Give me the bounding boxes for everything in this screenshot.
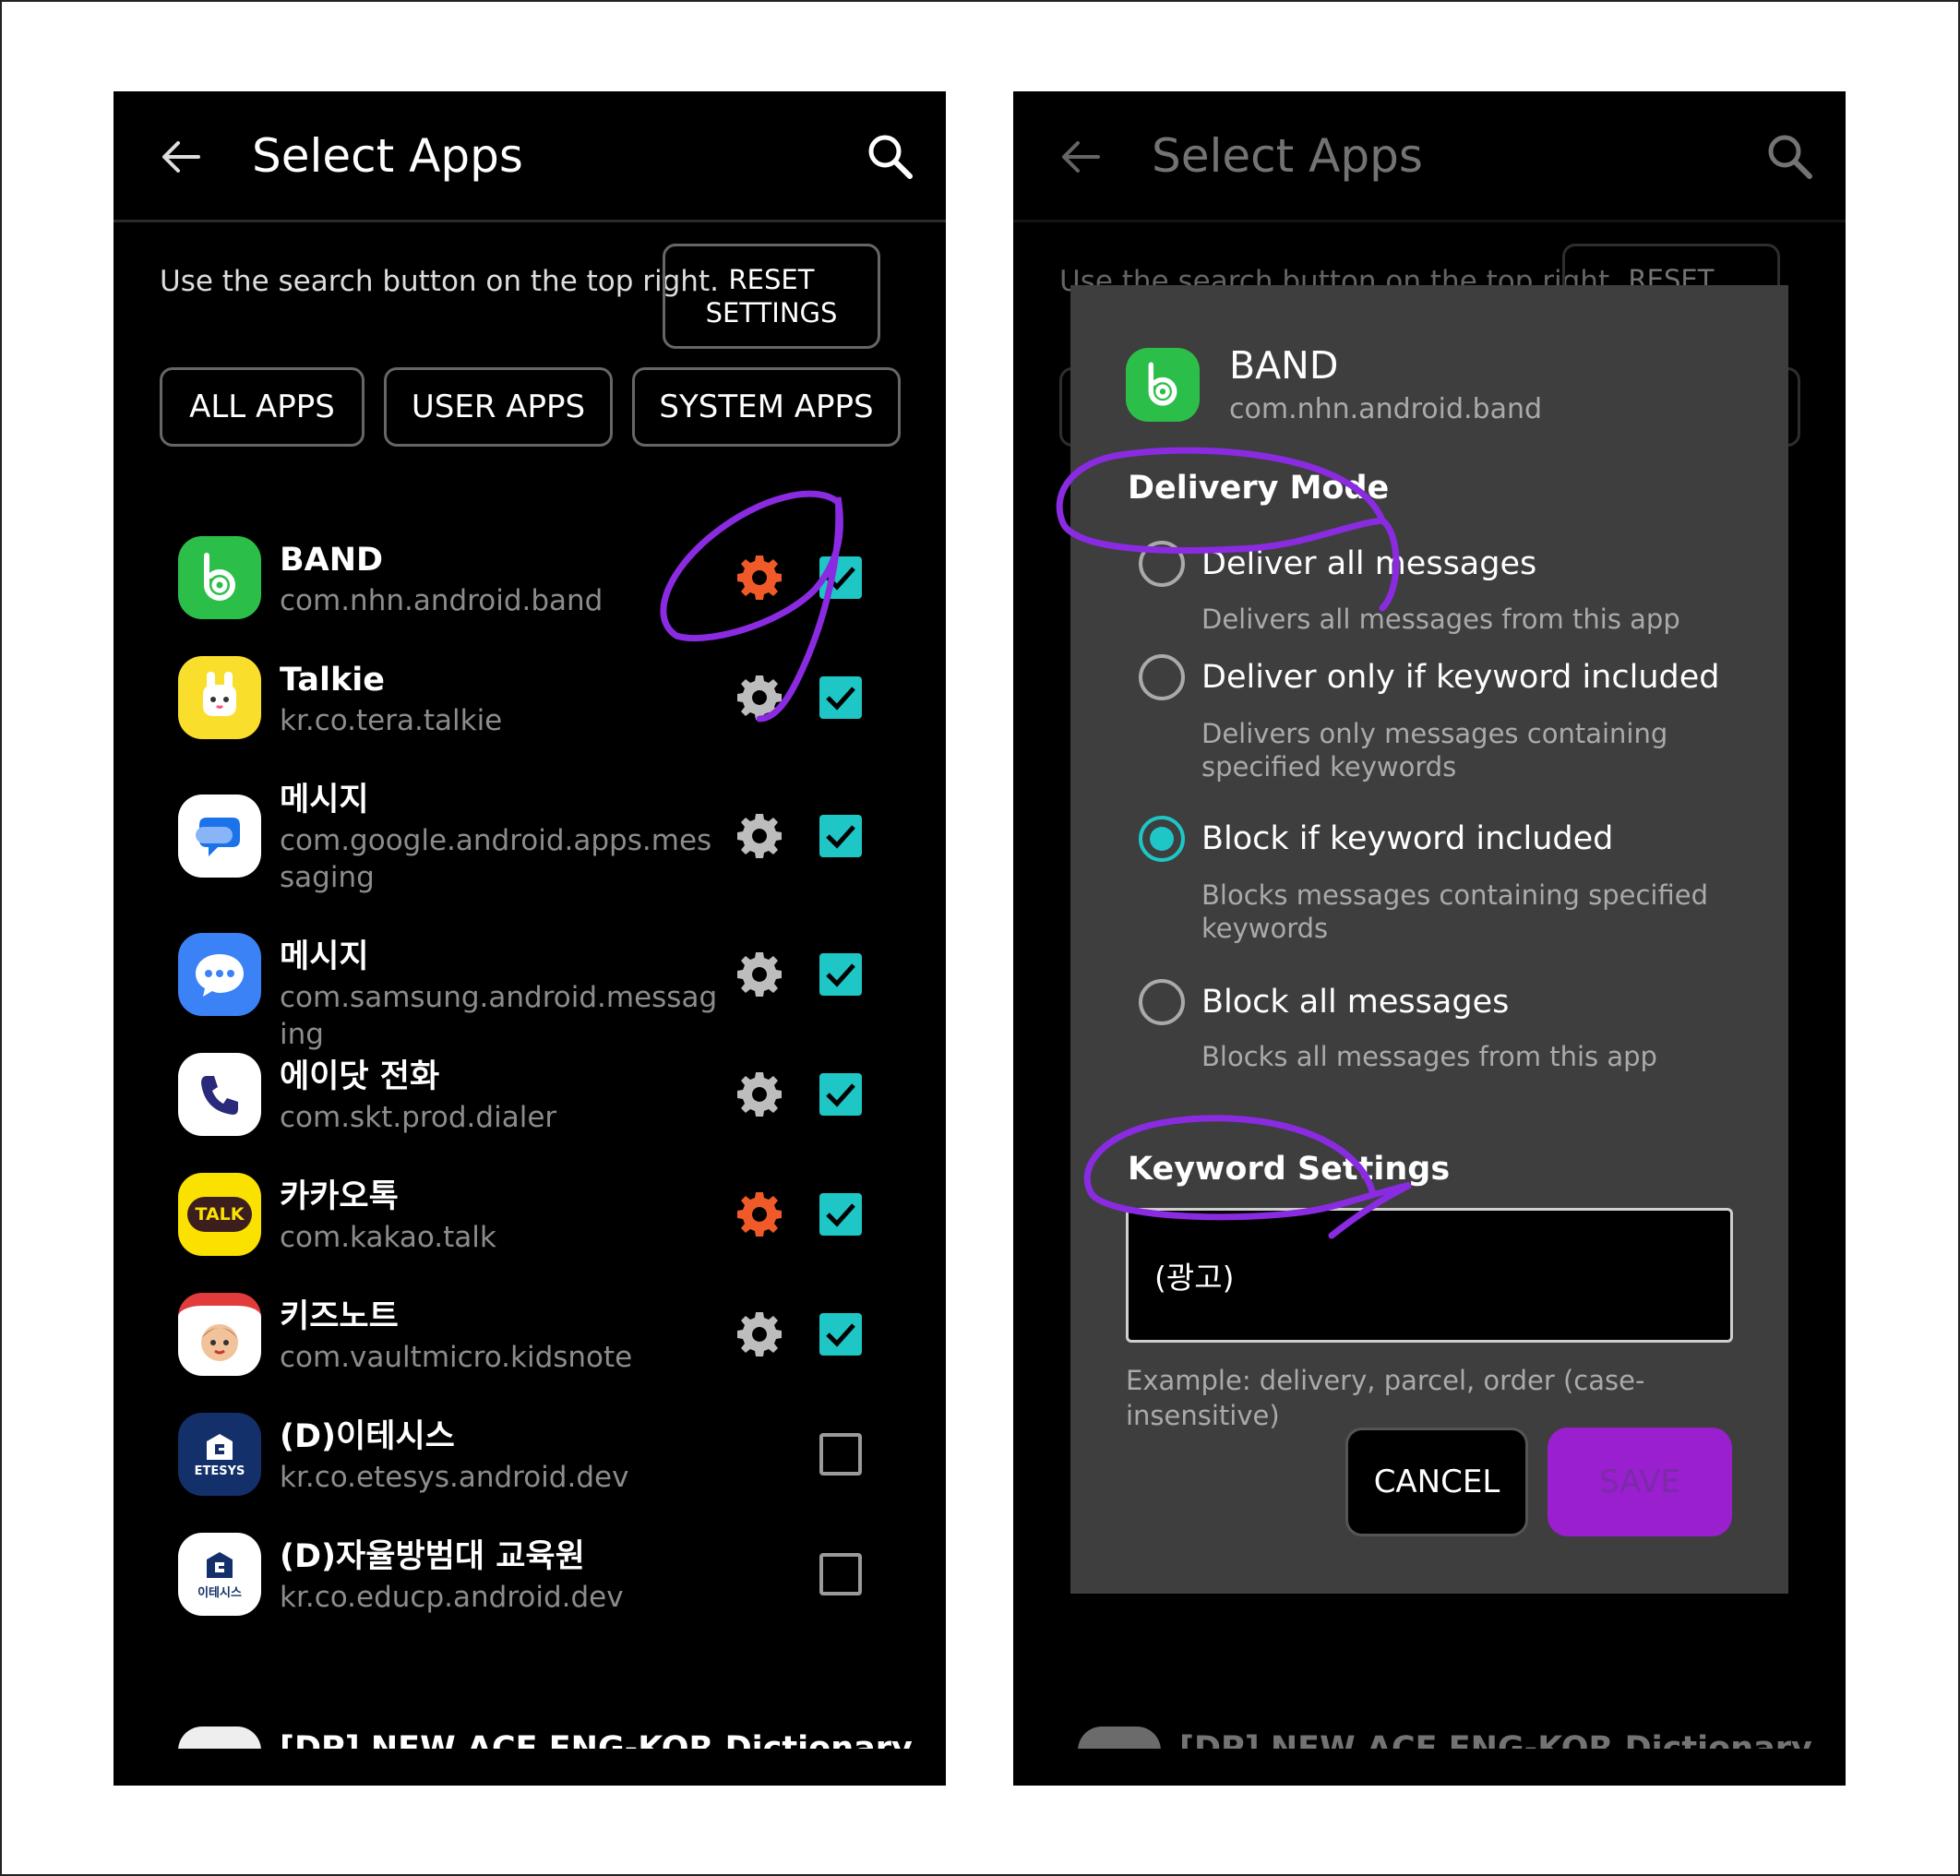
app-checkbox[interactable]: [819, 1433, 862, 1476]
app-package: kr.co.educp.android.dev: [280, 1581, 624, 1614]
app-name: 키즈노트: [280, 1298, 399, 1335]
app-name: [DP] NEW ACE ENG-KOR Dictionary: [280, 1730, 913, 1749]
right-phone-screen: Select Apps Use the search button on the…: [1013, 91, 1846, 1786]
search-hint: Use the search button on the top right.: [160, 265, 719, 298]
app-checkbox[interactable]: [819, 1193, 862, 1236]
educp-logo-text: 이테시스: [197, 1585, 242, 1600]
reset-settings-button[interactable]: RESET SETTINGS: [663, 244, 880, 349]
etesys-logo-text: ETESYS: [194, 1464, 245, 1478]
option-label[interactable]: Deliver all messages: [1201, 544, 1536, 584]
all-apps-button[interactable]: ALL APPS: [160, 367, 365, 447]
list-item[interactable]: 에이닷 전화 com.skt.prod.dialer: [114, 1033, 946, 1153]
app-package: com.skt.prod.dialer: [280, 1101, 557, 1134]
gear-icon[interactable]: [735, 812, 783, 860]
keyword-example-hint: Example: delivery, parcel, order (case-i…: [1126, 1365, 1645, 1431]
gear-icon[interactable]: [735, 1070, 783, 1118]
back-arrow-icon[interactable]: [158, 134, 204, 180]
app-name: BAND: [280, 542, 384, 579]
option-description: Blocks all messages from this app: [1201, 1041, 1657, 1072]
left-phone-screen: Select Apps Use the search button on the…: [114, 91, 946, 1786]
gear-icon[interactable]: [735, 950, 783, 998]
radio-block-if-keyword[interactable]: [1139, 816, 1185, 862]
gear-icon[interactable]: [735, 674, 783, 722]
dictionary-app-icon: [178, 1727, 261, 1749]
user-apps-button[interactable]: USER APPS: [384, 367, 613, 447]
option-label[interactable]: Deliver only if keyword included: [1201, 657, 1719, 698]
dialog-app-package: com.nhn.android.band: [1229, 393, 1543, 425]
app-checkbox[interactable]: [819, 953, 862, 996]
option-description: Blocks messages containing specified key…: [1201, 879, 1709, 944]
radio-block-all[interactable]: [1139, 979, 1185, 1025]
gear-icon[interactable]: [735, 1190, 783, 1238]
option-label[interactable]: Block all messages: [1201, 982, 1509, 1022]
list-item[interactable]: ETESYS (D)이테시스 kr.co.etesys.android.dev: [114, 1392, 946, 1512]
app-bar: Select Apps: [114, 91, 946, 222]
gear-icon[interactable]: [735, 1310, 783, 1358]
app-checkbox[interactable]: [819, 1073, 862, 1116]
option-description: Delivers all messages from this app: [1201, 603, 1680, 635]
list-item[interactable]: 이테시스 (D)자율방범대 교육원 kr.co.educp.android.de…: [114, 1512, 946, 1632]
page-title: Select Apps: [252, 129, 523, 183]
etesys-app-icon: ETESYS: [178, 1413, 261, 1496]
list-item[interactable]: 키즈노트 com.vaultmicro.kidsnote: [114, 1273, 946, 1392]
kakaotalk-app-icon: TALK: [178, 1173, 261, 1256]
list-item[interactable]: 메시지 com.google.android.apps.messaging: [114, 756, 946, 913]
app-package: com.vaultmicro.kidsnote: [280, 1341, 633, 1374]
app-package: com.kakao.talk: [280, 1221, 496, 1254]
option-description: Delivers only messages containing specif…: [1201, 718, 1668, 783]
keyword-input[interactable]: (광고): [1126, 1208, 1733, 1343]
app-package: kr.co.tera.talkie: [280, 704, 503, 737]
kidsnote-app-icon: [178, 1293, 261, 1376]
list-item[interactable]: 메시지 com.samsung.android.messaging: [114, 913, 946, 1051]
option-label[interactable]: Block if keyword included: [1201, 819, 1613, 859]
list-item[interactable]: TALK 카카오톡 com.kakao.talk: [114, 1153, 946, 1273]
gear-icon[interactable]: [735, 554, 783, 602]
list-item[interactable]: [DP] NEW ACE ENG-KOR Dictionary: [114, 1632, 946, 1749]
phone-dialer-app-icon: [178, 1053, 261, 1136]
app-checkbox[interactable]: [819, 1313, 862, 1356]
system-apps-button[interactable]: SYSTEM APPS: [632, 367, 901, 447]
app-name: 메시지: [280, 782, 369, 819]
educp-app-icon: 이테시스: [178, 1533, 261, 1616]
delivery-mode-dialog: BAND com.nhn.android.band Delivery Mode …: [1070, 285, 1788, 1594]
band-app-icon: [178, 536, 261, 619]
app-checkbox[interactable]: [819, 815, 862, 857]
app-checkbox[interactable]: [819, 676, 862, 719]
kakao-talk-logo-text: TALK: [187, 1197, 252, 1232]
app-checkbox[interactable]: [819, 1553, 862, 1595]
app-name: (D)이테시스: [280, 1418, 455, 1455]
delivery-mode-title: Delivery Mode: [1128, 470, 1390, 507]
samsung-messages-app-icon: [178, 933, 261, 1016]
app-name: 에이닷 전화: [280, 1058, 440, 1095]
talkie-app-icon: [178, 656, 261, 739]
cancel-button[interactable]: CANCEL: [1345, 1428, 1528, 1536]
radio-deliver-if-keyword[interactable]: [1139, 654, 1185, 700]
app-name: 메시지: [280, 938, 369, 975]
search-icon[interactable]: [866, 132, 914, 180]
list-item[interactable]: Talkie kr.co.tera.talkie: [114, 636, 946, 756]
band-app-icon: [1126, 348, 1200, 422]
app-package: com.google.android.apps.messaging: [280, 824, 712, 894]
list-item[interactable]: BAND com.nhn.android.band: [114, 516, 946, 636]
google-messages-app-icon: [178, 795, 261, 878]
save-button[interactable]: SAVE: [1548, 1428, 1732, 1536]
app-name: Talkie: [280, 662, 385, 699]
app-package: kr.co.etesys.android.dev: [280, 1461, 629, 1494]
app-checkbox[interactable]: [819, 556, 862, 599]
dialog-app-name: BAND: [1229, 343, 1339, 388]
keyword-settings-title: Keyword Settings: [1128, 1151, 1451, 1188]
radio-deliver-all[interactable]: [1139, 541, 1185, 587]
app-package: com.nhn.android.band: [280, 584, 604, 617]
app-name: (D)자율방범대 교육원: [280, 1538, 585, 1575]
app-name: 카카오톡: [280, 1178, 399, 1215]
